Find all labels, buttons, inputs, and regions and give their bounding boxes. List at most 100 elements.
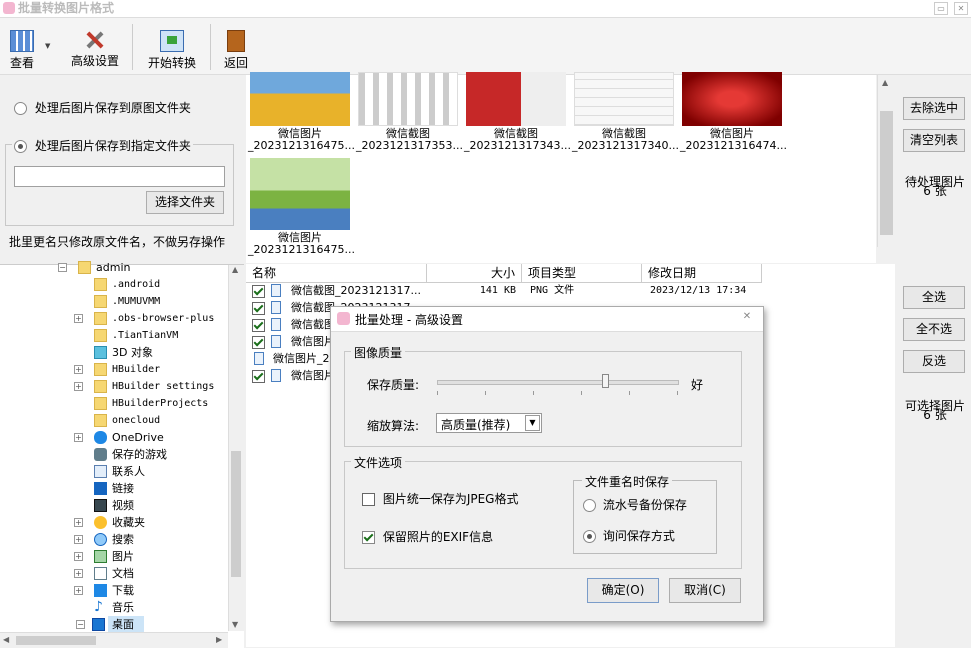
tree-item[interactable]: + 收藏夹 — [0, 514, 228, 531]
thumbnail-item[interactable]: 微信图片 _2023121316474... — [680, 72, 787, 152]
column-size[interactable]: 大小 — [427, 264, 522, 282]
expand-icon[interactable]: + — [74, 569, 83, 578]
file-row[interactable]: 微信截图_2023121317... 141 KB PNG 文件 2023/12/13… — [246, 282, 766, 299]
cancel-button[interactable]: 取消(C) — [669, 578, 741, 603]
save-to-folder-option[interactable]: 处理后图片保存到指定文件夹 — [12, 137, 193, 154]
scroll-up-icon[interactable]: ▲ — [882, 78, 888, 87]
save-to-folder-radio[interactable] — [14, 140, 27, 153]
expand-icon[interactable]: + — [74, 365, 83, 374]
expand-icon[interactable]: + — [74, 552, 83, 561]
chevron-down-icon[interactable]: ▼ — [525, 415, 540, 431]
scroll-right-icon[interactable]: ▶ — [216, 635, 222, 644]
tree-vertical-scrollbar[interactable]: ▲ ▼ — [228, 265, 244, 631]
expand-icon[interactable]: + — [74, 433, 83, 442]
collapse-icon[interactable]: − — [58, 263, 67, 272]
tree-item[interactable]: − admin — [0, 259, 228, 276]
tree-item[interactable]: + 图片 — [0, 548, 228, 565]
ok-button[interactable]: 确定(O) — [587, 578, 659, 603]
select-all-button[interactable]: 全选 — [903, 286, 965, 309]
tree-scroll-thumb[interactable] — [231, 451, 241, 577]
thumbnail-item[interactable]: 微信截图 _2023121317353... — [356, 72, 463, 152]
column-date[interactable]: 修改日期 — [642, 264, 762, 282]
file-icon — [271, 369, 281, 382]
column-name[interactable]: 名称 — [246, 264, 427, 282]
thumbnail-item[interactable]: 微信图片 _2023121316475... — [248, 158, 355, 256]
select-none-button[interactable]: 全不选 — [903, 318, 965, 341]
save-to-source-option[interactable]: 处理后图片保存到原图文件夹 — [14, 99, 191, 116]
ask-save-option[interactable]: 询问保存方式 — [583, 527, 675, 544]
tree-item[interactable]: + 文档 — [0, 565, 228, 582]
save-to-source-radio[interactable] — [14, 102, 27, 115]
thumbnail-item[interactable]: 微信截图 _2023121317343... — [464, 72, 571, 152]
tree-item[interactable]: + HBuilder settings — [0, 378, 228, 395]
save-as-jpeg-option[interactable]: 图片统一保存为JPEG格式 — [362, 490, 519, 507]
expand-icon[interactable]: + — [74, 535, 83, 544]
file-row-checkbox[interactable] — [252, 370, 265, 383]
file-row-checkbox[interactable] — [252, 319, 265, 332]
view-dropdown-icon[interactable]: ▼ — [45, 42, 50, 50]
advanced-settings-button[interactable]: 高级设置 — [66, 20, 124, 72]
tree-item[interactable]: + 下载 — [0, 582, 228, 599]
back-button[interactable]: 返回 — [218, 20, 254, 72]
tree-horizontal-scrollbar[interactable]: ◀ ▶ — [0, 632, 228, 648]
thumb-scroll-thumb[interactable] — [880, 111, 893, 235]
keep-exif-checkbox[interactable] — [362, 531, 375, 544]
tree-item[interactable]: − 桌面 — [76, 616, 144, 633]
tree-item-label: 搜索 — [112, 533, 134, 546]
scale-algorithm-select[interactable]: 高质量(推荐) ▼ — [436, 413, 542, 433]
invert-selection-button[interactable]: 反选 — [903, 350, 965, 373]
file-type: PNG 文件 — [530, 285, 575, 296]
scroll-up-icon[interactable]: ▲ — [232, 265, 238, 274]
toolbar-divider — [132, 24, 133, 70]
tree-item[interactable]: + .obs-browser-plus — [0, 310, 228, 327]
remove-selected-button[interactable]: 去除选中 — [903, 97, 965, 120]
tree-hscroll-thumb[interactable] — [16, 636, 96, 645]
close-icon[interactable]: ✕ — [954, 2, 968, 15]
expand-icon[interactable]: + — [74, 586, 83, 595]
view-button[interactable]: 查看 — [2, 20, 42, 72]
tree-item[interactable]: 视频 — [0, 497, 228, 514]
tree-item[interactable]: 链接 — [0, 480, 228, 497]
serial-backup-option[interactable]: 流水号备份保存 — [583, 496, 687, 513]
save-as-jpeg-checkbox[interactable] — [362, 493, 375, 506]
clear-list-button[interactable]: 清空列表 — [903, 129, 965, 152]
tree-item[interactable]: .TianTianVM — [0, 327, 228, 344]
ask-save-radio[interactable] — [583, 530, 596, 543]
tree-item[interactable]: .android — [0, 276, 228, 293]
tree-item[interactable]: + OneDrive — [0, 429, 228, 446]
tree-item[interactable]: + 搜索 — [0, 531, 228, 548]
thumbnail-item[interactable]: 微信图片 _2023121316475... — [248, 72, 355, 152]
tree-item[interactable]: HBuilderProjects — [0, 395, 228, 412]
folder-path-input[interactable] — [14, 166, 225, 187]
tree-item[interactable]: .MUMUVMM — [0, 293, 228, 310]
expand-icon[interactable]: + — [74, 382, 83, 391]
choose-folder-button[interactable]: 选择文件夹 — [146, 191, 224, 214]
file-row-checkbox[interactable] — [252, 285, 265, 298]
tree-item[interactable]: 保存的游戏 — [0, 446, 228, 463]
tree-item[interactable]: onecloud — [0, 412, 228, 429]
save-quality-slider[interactable] — [437, 373, 679, 397]
scroll-down-icon[interactable]: ▼ — [232, 620, 238, 629]
start-convert-button[interactable]: 开始转换 — [142, 20, 202, 72]
file-row-checkbox[interactable] — [252, 336, 265, 349]
slider-thumb[interactable] — [602, 374, 609, 388]
ask-save-label: 询问保存方式 — [602, 529, 675, 543]
expand-icon[interactable]: + — [74, 518, 83, 527]
collapse-icon[interactable]: − — [76, 620, 85, 629]
scroll-left-icon[interactable]: ◀ — [3, 635, 9, 644]
tree-item[interactable]: ♪ 音乐 — [0, 599, 228, 616]
dialog-close-icon[interactable]: ✕ — [741, 311, 753, 323]
column-type[interactable]: 项目类型 — [522, 264, 642, 282]
tree-item[interactable]: 联系人 — [0, 463, 228, 480]
thumb-scrollbar[interactable]: ▲ — [877, 75, 895, 247]
tree-item[interactable]: + HBuilder — [0, 361, 228, 378]
thumbnail-file: _2023121317353... — [356, 139, 463, 152]
grid-view-icon — [10, 30, 34, 52]
serial-backup-radio[interactable] — [583, 499, 596, 512]
minimize-icon[interactable]: ▭ — [934, 2, 948, 15]
expand-icon[interactable]: + — [74, 314, 83, 323]
thumbnail-item[interactable]: 微信截图 _2023121317340... — [572, 72, 679, 152]
tree-item[interactable]: 3D 对象 — [0, 344, 228, 361]
keep-exif-option[interactable]: 保留照片的EXIF信息 — [362, 528, 493, 545]
file-row-checkbox[interactable] — [252, 302, 265, 315]
